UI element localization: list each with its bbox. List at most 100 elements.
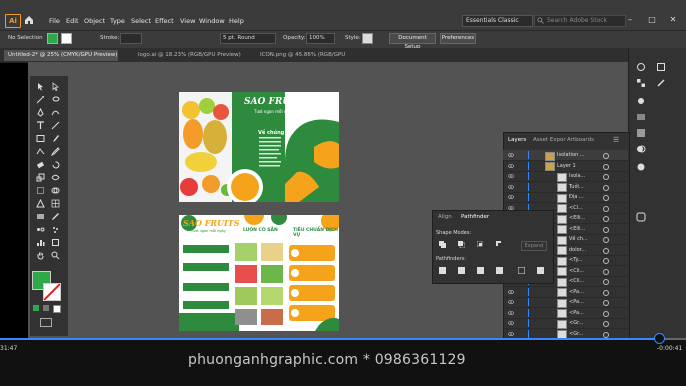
layer-target-icon[interactable] <box>603 300 609 306</box>
layer-target-icon[interactable] <box>603 153 609 159</box>
magic-wand-tool-icon[interactable] <box>36 95 45 104</box>
visibility-eye-icon[interactable] <box>508 163 514 169</box>
layer-target-icon[interactable] <box>603 247 609 254</box>
shaper-tool-icon[interactable] <box>36 147 45 156</box>
artboard-tool-icon[interactable] <box>51 238 60 247</box>
home-icon[interactable] <box>24 15 34 25</box>
symbols-panel-icon[interactable] <box>636 96 646 106</box>
crop-icon[interactable] <box>496 267 503 274</box>
graphic-styles-panel-icon[interactable] <box>636 212 646 222</box>
layer-target-icon[interactable] <box>603 174 609 180</box>
scrub-handle[interactable] <box>653 333 665 344</box>
rotate-tool-icon[interactable] <box>51 160 60 169</box>
mesh-tool-icon[interactable] <box>51 199 60 208</box>
tab-logo[interactable]: logo.ai @ 18.23% (RGB/GPU Preview) <box>134 50 248 61</box>
outline-icon[interactable] <box>518 267 525 274</box>
menu-edit[interactable]: Edit <box>66 17 79 25</box>
visibility-eye-icon[interactable] <box>508 331 514 337</box>
free-transform-tool-icon[interactable] <box>36 186 45 195</box>
none-mode-icon[interactable] <box>53 305 61 313</box>
tab-align[interactable]: Align <box>438 214 452 220</box>
exclude-icon[interactable] <box>496 241 503 248</box>
draw-mode-icon[interactable] <box>40 318 52 327</box>
visibility-eye-icon[interactable] <box>508 173 514 179</box>
tab-layers[interactable]: Layers <box>508 137 526 143</box>
visibility-eye-icon[interactable] <box>508 320 514 326</box>
opacity-field[interactable]: 100% <box>306 33 335 44</box>
rectangle-tool-icon[interactable] <box>36 134 45 143</box>
style-swatch[interactable] <box>362 33 373 44</box>
eraser-tool-icon[interactable] <box>36 160 45 169</box>
layer-target-icon[interactable] <box>603 195 609 201</box>
menu-file[interactable]: File <box>49 17 60 25</box>
layer-target-icon[interactable] <box>603 216 609 222</box>
visibility-eye-icon[interactable] <box>508 184 514 190</box>
unite-icon[interactable] <box>439 241 446 248</box>
visibility-eye-icon[interactable] <box>508 310 514 316</box>
close-icon[interactable]: ✕ <box>668 15 678 25</box>
layer-target-icon[interactable] <box>603 268 609 275</box>
pencil-tool-icon[interactable] <box>51 147 60 156</box>
gradient-tool-icon[interactable] <box>36 212 45 221</box>
menu-effect[interactable]: Effect <box>155 17 174 25</box>
layer-target-icon[interactable] <box>603 258 609 264</box>
layer-target-icon[interactable] <box>603 331 609 338</box>
visibility-eye-icon[interactable] <box>508 299 514 305</box>
preferences-button[interactable]: Preferences <box>440 33 476 44</box>
minimize-icon[interactable]: – <box>625 15 635 25</box>
gradient-mode-icon[interactable] <box>43 305 49 311</box>
tab-artboards[interactable]: Artboards <box>567 137 594 143</box>
artboard-page-1[interactable]: SAO FRUITS Tươi ngon mỗi ngày Về chúng t… <box>179 92 339 202</box>
document-setup-button[interactable]: Document Setup <box>389 33 436 50</box>
stroke-color-swatch[interactable] <box>43 283 61 301</box>
tab-icon-png[interactable]: ICON.png @ 45.86% (RGB/GPU Preview) <box>256 50 370 69</box>
hand-tool-icon[interactable] <box>36 251 45 260</box>
tab-untitled-2[interactable]: Untitled-2* @ 25% (CMYK/GPU Preview) <box>4 50 118 61</box>
layer-target-icon[interactable] <box>603 205 609 212</box>
swatches-panel-icon[interactable] <box>636 78 646 88</box>
symbol-sprayer-tool-icon[interactable] <box>51 225 60 234</box>
color-panel-icon[interactable] <box>636 62 646 72</box>
layer-target-icon[interactable] <box>603 163 609 170</box>
divide-icon[interactable] <box>439 267 446 274</box>
artboard-page-2[interactable]: SAO FRUITS Tươi ngon mỗi ngày LUÔN CÓ SẴ… <box>179 215 339 331</box>
zoom-tool-icon[interactable] <box>51 251 60 260</box>
menu-view[interactable]: View <box>180 17 195 25</box>
panel-menu-icon[interactable]: ☰ <box>613 136 619 144</box>
menu-type[interactable]: Type <box>110 17 125 25</box>
visibility-eye-icon[interactable] <box>508 152 514 158</box>
visibility-eye-icon[interactable] <box>508 289 514 295</box>
workspace-switcher[interactable]: Essentials Classic <box>462 15 533 27</box>
stroke-weight-field[interactable] <box>120 33 142 44</box>
maximize-icon[interactable]: □ <box>647 15 657 25</box>
layer-target-icon[interactable] <box>603 184 609 191</box>
shape-builder-tool-icon[interactable] <box>51 186 60 195</box>
menu-select[interactable]: Select <box>131 17 151 25</box>
width-tool-icon[interactable] <box>51 173 60 182</box>
column-graph-tool-icon[interactable] <box>36 238 45 247</box>
trim-icon[interactable] <box>458 267 465 274</box>
tab-pathfinder[interactable]: Pathfinder <box>461 214 489 220</box>
layer-target-icon[interactable] <box>603 310 609 317</box>
brush-dropdown[interactable]: 5 pt. Round <box>220 33 276 44</box>
type-tool-icon[interactable] <box>36 121 45 130</box>
layer-target-icon[interactable] <box>603 289 609 296</box>
stroke-panel-icon[interactable] <box>636 112 646 122</box>
minus-back-icon[interactable] <box>537 267 544 274</box>
line-tool-icon[interactable] <box>51 121 60 130</box>
eyedropper-tool-icon[interactable] <box>51 212 60 221</box>
perspective-grid-tool-icon[interactable] <box>36 199 45 208</box>
paintbrush-tool-icon[interactable] <box>51 134 60 143</box>
color-mode-icon[interactable] <box>33 305 39 311</box>
direct-selection-tool-icon[interactable] <box>51 82 60 91</box>
lasso-tool-icon[interactable] <box>51 95 60 104</box>
intersect-icon[interactable] <box>477 241 484 248</box>
search-input[interactable]: Search Adobe Stock <box>534 15 626 27</box>
brushes-panel-icon[interactable] <box>656 78 666 88</box>
layer-target-icon[interactable] <box>603 226 609 233</box>
fill-swatch[interactable] <box>47 33 58 44</box>
properties-panel-icon[interactable] <box>656 62 666 72</box>
menu-object[interactable]: Object <box>84 17 105 25</box>
curvature-tool-icon[interactable] <box>51 108 60 117</box>
appearance-panel-icon[interactable] <box>636 162 646 172</box>
